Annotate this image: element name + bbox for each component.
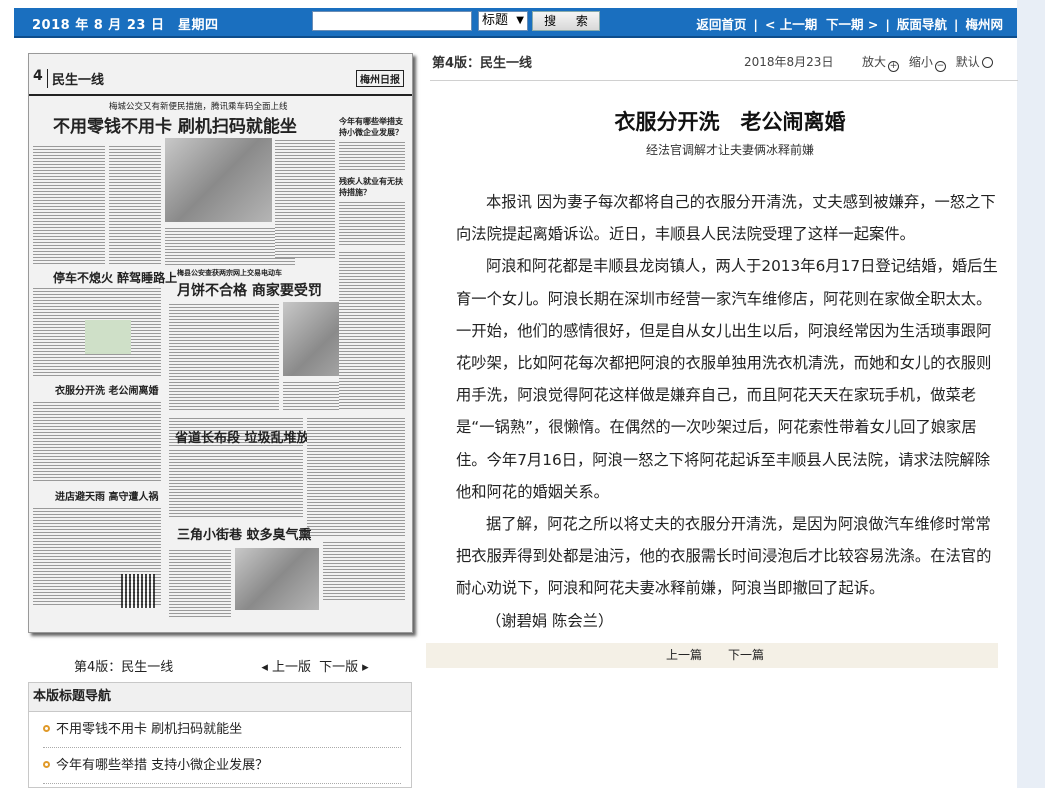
next-article-link[interactable]: 下一篇 [728, 643, 764, 668]
paper-text-column [33, 400, 161, 482]
zoom-controls: 放大 + 缩小 − 默认 [862, 53, 999, 72]
paper-column-logo [85, 320, 131, 354]
search-input[interactable] [312, 11, 472, 31]
article-pager: 上一篇 下一篇 [426, 643, 998, 668]
chevron-right-icon: ▸ [362, 660, 369, 675]
article-subtitle: 经法官调解才让夫妻俩冰释前嫌 [645, 143, 814, 157]
paper-header: 4 民生一线 梅州日报 [29, 68, 412, 96]
newspaper-page-thumbnail[interactable]: 4 民生一线 梅州日报 梅城公交又有新便民措施，腾讯乘车码全面上线 不用零钱不用… [28, 53, 413, 633]
paper-text-column [339, 140, 405, 170]
paper-headline[interactable]: 停车不熄火 醉驾睡路上 [53, 269, 177, 286]
search-button[interactable]: 搜 索 [532, 11, 600, 31]
paper-text-column [339, 250, 405, 410]
article-edition: 第4版：民生一线 [432, 56, 533, 71]
paper-photo [165, 138, 272, 222]
page-headline-nav-title: 本版标题导航 [29, 683, 411, 712]
article-paragraph: 阿浪和阿花都是丰顺县龙岗镇人，两人于2013年6月17日登记结婚，婚后生育一个女… [456, 257, 998, 501]
article-title: 衣服分开洗 老公闹离婚 [614, 110, 846, 134]
paper-text-column [33, 144, 105, 264]
nav-home-link[interactable]: 返回首页 [696, 14, 746, 33]
zoom-in-icon: + [888, 61, 900, 72]
headline-nav-item[interactable]: 不用零钱不用卡 刷机扫码就能坐 [43, 712, 401, 748]
article-paragraph: 本报讯 因为妻子每次都将自己的衣服分开清洗，丈夫感到被嫌弃，一怒之下向法院提起离… [456, 193, 996, 244]
paper-headline[interactable]: 三角小街巷 蚊多臭气熏 [177, 524, 312, 543]
bullet-icon [43, 761, 50, 768]
zoom-out-icon: − [934, 61, 946, 72]
page-headline-nav: 本版标题导航 不用零钱不用卡 刷机扫码就能坐 今年有哪些举措 支持小微企业发展？ [28, 682, 412, 788]
paper-headline[interactable]: 进店避天雨 高守遭人祸 [55, 488, 158, 503]
paper-headline[interactable]: 残疾人就业有无扶持措施？ [339, 176, 405, 198]
paper-text-column [323, 540, 405, 600]
paper-kicker-2: 梅县公安查获两宗网上交易电动车 [177, 268, 282, 277]
paper-text-column [339, 200, 405, 246]
paper-headline[interactable]: 月饼不合格 商家要受罚 [177, 280, 322, 300]
paper-headline-main[interactable]: 不用零钱不用卡 刷机扫码就能坐 [53, 112, 297, 137]
article-body: 本报讯 因为妻子每次都将自己的衣服分开清洗，丈夫感到被嫌弃，一怒之下向法院提起离… [456, 186, 1000, 637]
zoom-default-icon [981, 57, 993, 68]
zoom-in-button[interactable]: 放大 + [862, 55, 900, 72]
paper-headline[interactable]: 衣服分开洗 老公闹离婚 [55, 382, 158, 397]
article-paragraph: 据了解，阿花之所以将丈夫的衣服分开清洗，是因为阿浪做汽车维修时常常把衣服弄得到处… [456, 515, 992, 598]
top-nav: 返回首页 | < 上一期 下一期 > | 版面导航 | 梅州网 [696, 14, 1003, 33]
article-toolbar: 第4版：民生一线 2018年8月23日 放大 + 缩小 − 默认 [430, 48, 1018, 81]
paper-text-column [169, 548, 231, 618]
search-scope-select[interactable]: 标题 ▼ [478, 11, 528, 31]
page-switcher: 第4版：民生一线 ◂ 上一版 下一版 ▸ [74, 656, 371, 675]
top-bar: 2018 年 8 月 23 日 星期四 标题 ▼ 搜 索 返回首页 | < 上一期 下… [14, 8, 1017, 38]
paper-text-column [169, 448, 303, 518]
chevron-down-icon: ▼ [516, 15, 524, 26]
nav-page-nav-link[interactable]: 版面导航 [897, 14, 947, 33]
next-page-link[interactable]: 下一版 [319, 660, 358, 675]
paper-text-column [307, 416, 405, 536]
paper-kicker: 梅城公交又有新便民措施，腾讯乘车码全面上线 [109, 102, 288, 112]
paper-text-column [109, 144, 161, 264]
current-page-label: 第4版：民生一线 [74, 660, 174, 675]
headline-nav-item[interactable]: 今年有哪些举措 支持小微企业发展？ [43, 748, 401, 784]
paper-page-number: 4 [33, 68, 43, 84]
paper-headline[interactable]: 省道长布段 垃圾乱堆放 [175, 427, 310, 446]
paper-logo: 梅州日报 [356, 70, 404, 87]
article-author: （谢碧娟 陈会兰） [486, 611, 614, 630]
paper-headline[interactable]: 今年有哪些举措支持小微企业发展？ [339, 116, 405, 138]
paper-text-column [275, 138, 335, 258]
nav-next-issue-link[interactable]: 下一期 > [826, 14, 878, 33]
nav-site-link[interactable]: 梅州网 [965, 14, 1003, 33]
zoom-default-button[interactable]: 默认 [956, 55, 993, 69]
paper-photo [235, 548, 319, 610]
zoom-out-button[interactable]: 缩小 − [909, 55, 946, 72]
article-date: 2018年8月23日 [744, 55, 834, 69]
prev-page-link[interactable]: 上一版 [272, 660, 311, 675]
prev-article-link[interactable]: 上一篇 [666, 643, 702, 668]
qr-code-icon [121, 574, 155, 608]
bullet-icon [43, 725, 50, 732]
nav-prev-issue-link[interactable]: < 上一期 [765, 14, 817, 33]
issue-date: 2018 年 8 月 23 日 星期四 [32, 18, 219, 33]
paper-page-name: 民生一线 [47, 69, 104, 88]
chevron-left-icon: ◂ [261, 660, 268, 675]
paper-text-column [169, 302, 279, 412]
